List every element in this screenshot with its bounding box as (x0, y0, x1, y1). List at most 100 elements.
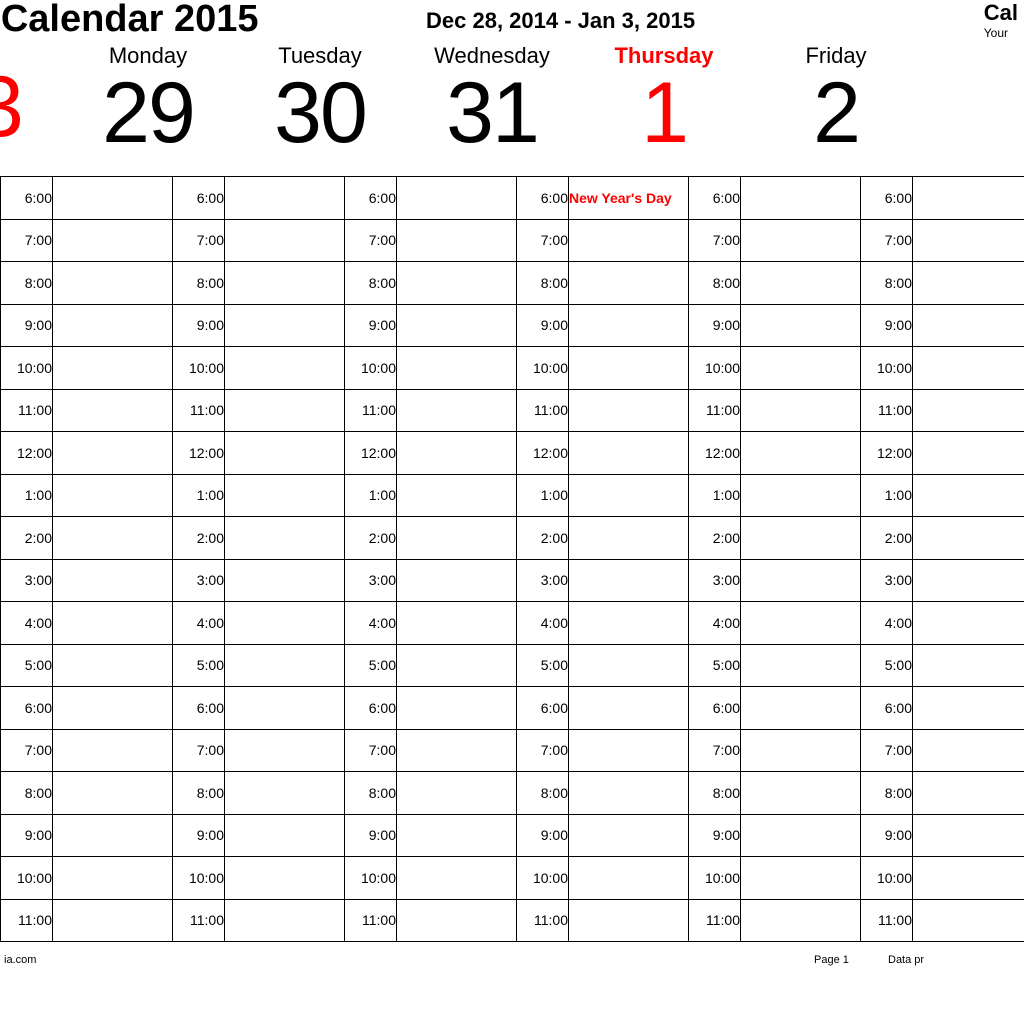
event-cell[interactable] (225, 899, 345, 942)
event-cell[interactable] (741, 219, 861, 262)
event-cell[interactable] (569, 644, 689, 687)
event-cell[interactable] (397, 177, 517, 220)
event-cell[interactable] (913, 559, 1024, 602)
event-cell[interactable] (225, 517, 345, 560)
event-cell[interactable] (225, 219, 345, 262)
event-cell[interactable] (225, 729, 345, 772)
event-cell[interactable] (397, 304, 517, 347)
event-cell[interactable] (397, 687, 517, 730)
event-cell[interactable] (741, 517, 861, 560)
event-cell[interactable] (225, 772, 345, 815)
event-cell[interactable] (913, 899, 1024, 942)
event-cell[interactable] (569, 729, 689, 772)
event-cell[interactable] (397, 219, 517, 262)
event-cell[interactable] (741, 559, 861, 602)
event-cell[interactable] (53, 687, 173, 730)
event-cell[interactable] (741, 432, 861, 475)
event-cell[interactable] (397, 729, 517, 772)
event-cell[interactable] (397, 857, 517, 900)
event-cell[interactable] (741, 304, 861, 347)
event-cell[interactable] (397, 517, 517, 560)
event-cell[interactable] (225, 687, 345, 730)
event-cell[interactable] (569, 559, 689, 602)
event-cell[interactable] (397, 772, 517, 815)
event-cell[interactable] (913, 304, 1024, 347)
event-cell[interactable] (397, 262, 517, 305)
event-cell[interactable] (225, 304, 345, 347)
event-cell[interactable] (569, 389, 689, 432)
event-cell[interactable] (225, 177, 345, 220)
event-cell[interactable] (53, 644, 173, 687)
event-cell[interactable] (913, 772, 1024, 815)
event-cell[interactable] (913, 602, 1024, 645)
event-cell[interactable] (569, 432, 689, 475)
event-cell[interactable] (741, 177, 861, 220)
event-cell[interactable] (53, 602, 173, 645)
event-cell[interactable] (225, 644, 345, 687)
event-cell[interactable] (913, 347, 1024, 390)
event-cell[interactable] (397, 559, 517, 602)
event-cell[interactable] (913, 389, 1024, 432)
event-cell[interactable] (397, 899, 517, 942)
event-cell[interactable] (913, 474, 1024, 517)
event-cell[interactable] (569, 687, 689, 730)
event-cell[interactable] (397, 814, 517, 857)
event-cell[interactable] (741, 899, 861, 942)
event-cell[interactable] (225, 389, 345, 432)
event-cell[interactable] (53, 432, 173, 475)
event-cell[interactable] (569, 347, 689, 390)
event-cell[interactable] (741, 347, 861, 390)
event-cell[interactable] (913, 687, 1024, 730)
event-cell[interactable] (53, 857, 173, 900)
event-cell[interactable] (741, 644, 861, 687)
event-cell[interactable] (225, 347, 345, 390)
event-cell[interactable] (913, 432, 1024, 475)
event-cell[interactable] (225, 559, 345, 602)
event-cell[interactable] (53, 262, 173, 305)
event-cell[interactable] (53, 517, 173, 560)
event-cell[interactable] (741, 814, 861, 857)
event-cell[interactable] (913, 729, 1024, 772)
event-cell[interactable] (53, 772, 173, 815)
event-cell[interactable] (225, 602, 345, 645)
event-cell[interactable] (569, 814, 689, 857)
event-cell[interactable] (741, 772, 861, 815)
event-cell[interactable] (569, 857, 689, 900)
event-cell[interactable] (53, 899, 173, 942)
event-cell[interactable] (53, 474, 173, 517)
event-cell[interactable] (913, 262, 1024, 305)
event-cell[interactable] (569, 772, 689, 815)
event-cell[interactable] (569, 262, 689, 305)
event-cell[interactable] (569, 602, 689, 645)
event-cell[interactable] (53, 559, 173, 602)
event-cell[interactable] (225, 474, 345, 517)
event-cell[interactable] (53, 389, 173, 432)
event-cell[interactable] (741, 474, 861, 517)
event-cell[interactable] (53, 814, 173, 857)
event-cell[interactable] (741, 729, 861, 772)
event-cell[interactable] (569, 304, 689, 347)
event-cell[interactable] (53, 729, 173, 772)
event-cell[interactable] (53, 177, 173, 220)
event-cell[interactable] (397, 347, 517, 390)
event-cell[interactable]: New Year's Day (569, 177, 689, 220)
event-cell[interactable] (913, 814, 1024, 857)
event-cell[interactable] (913, 219, 1024, 262)
event-cell[interactable] (569, 517, 689, 560)
event-cell[interactable] (913, 857, 1024, 900)
event-cell[interactable] (913, 517, 1024, 560)
event-cell[interactable] (397, 474, 517, 517)
event-cell[interactable] (225, 857, 345, 900)
event-cell[interactable] (913, 177, 1024, 220)
event-cell[interactable] (569, 474, 689, 517)
event-cell[interactable] (741, 602, 861, 645)
event-cell[interactable] (741, 262, 861, 305)
event-cell[interactable] (397, 432, 517, 475)
event-cell[interactable] (913, 644, 1024, 687)
event-cell[interactable] (53, 347, 173, 390)
event-cell[interactable] (741, 857, 861, 900)
event-cell[interactable] (225, 432, 345, 475)
event-cell[interactable] (53, 219, 173, 262)
event-cell[interactable] (397, 389, 517, 432)
event-cell[interactable] (741, 389, 861, 432)
